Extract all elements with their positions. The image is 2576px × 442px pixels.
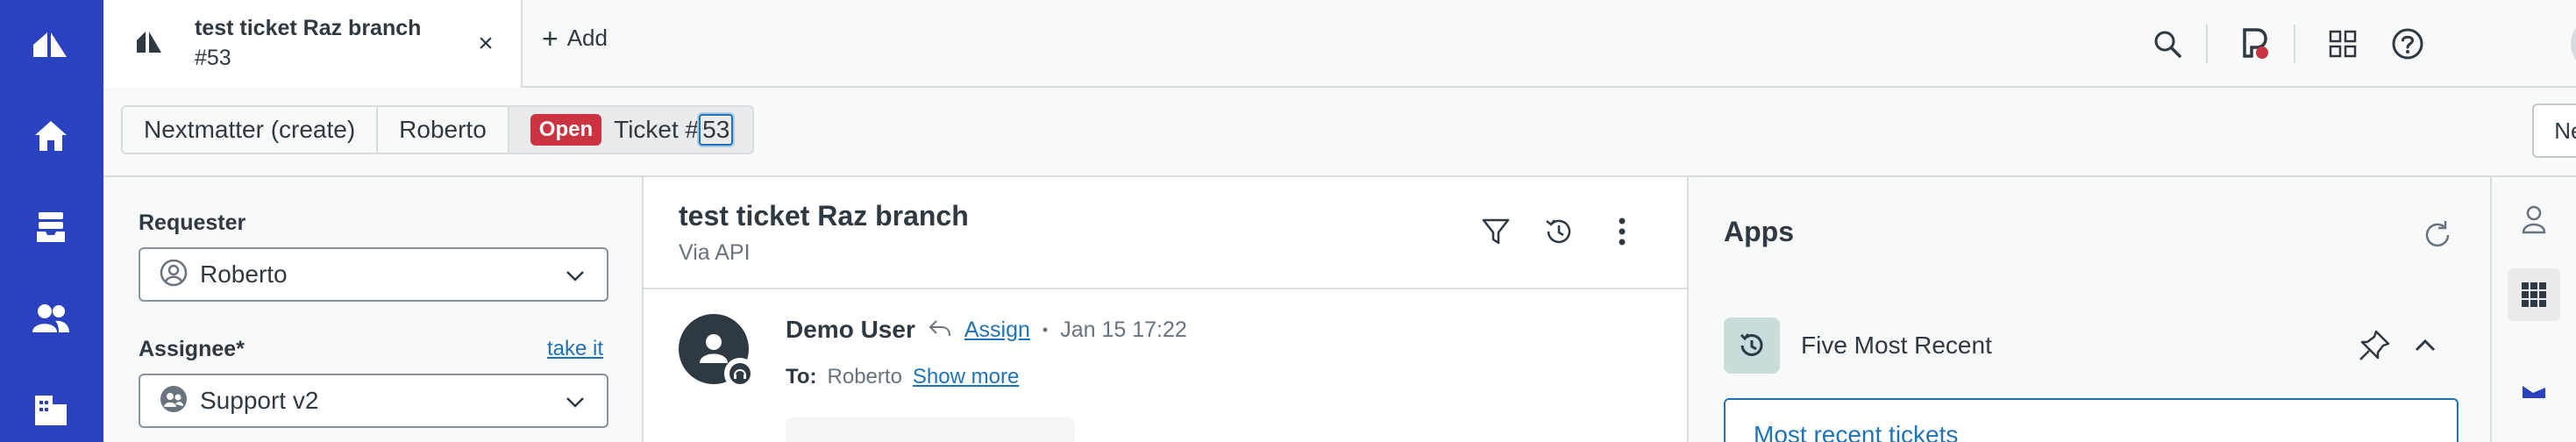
separator-dot: •	[1042, 320, 1049, 339]
message-body	[786, 417, 1075, 442]
assignee-select[interactable]: Support v2	[139, 374, 608, 428]
profile-avatar-icon[interactable]	[2571, 16, 2576, 72]
requester-value: Roberto	[200, 260, 288, 288]
group-icon	[160, 385, 188, 417]
breadcrumb-organization[interactable]: Nextmatter (create)	[123, 107, 379, 153]
context-rail	[2492, 177, 2576, 442]
ticket-properties-panel: Requester Roberto Assignee* take it Supp…	[103, 177, 644, 442]
message-author: Demo User	[786, 316, 915, 343]
refresh-icon[interactable]	[2420, 217, 2455, 253]
reply-icon	[928, 317, 952, 344]
to-label: To:	[786, 365, 817, 389]
conversation-header: test ticket Raz branch Via API	[644, 177, 1687, 289]
show-more-link[interactable]: Show more	[913, 365, 1019, 389]
message-recipients: To: Roberto Show more	[786, 365, 1019, 389]
zendesk-logo-icon[interactable]	[24, 18, 78, 72]
filter-icon[interactable]	[1477, 212, 1515, 251]
agent-headset-icon	[724, 358, 756, 389]
next-label: Next	[2554, 117, 2576, 144]
ticket-tab[interactable]: test ticket Raz branch #53 ×	[103, 0, 523, 88]
apps-title: Apps	[1724, 216, 1794, 247]
message-meta: Demo User Assign • Jan 15 17:22	[786, 316, 1187, 344]
breadcrumb-ticket[interactable]: Open Ticket #53	[509, 107, 753, 153]
app-name: Five Most Recent	[1801, 332, 1992, 359]
requester-label: Requester	[139, 210, 246, 235]
take-it-link[interactable]: take it	[547, 337, 603, 361]
views-icon[interactable]	[24, 200, 78, 254]
ticket-number: 53	[699, 114, 734, 146]
chart-icon[interactable]	[2508, 363, 2560, 416]
apps-grid-icon[interactable]	[2508, 268, 2560, 321]
user-icon[interactable]	[2508, 193, 2560, 246]
breadcrumb-bar: Nextmatter (create) Roberto Open Ticket …	[103, 88, 2576, 177]
next-button[interactable]: Next	[2532, 103, 2576, 158]
assign-link[interactable]: Assign	[964, 317, 1030, 343]
ticket-channel: Via API	[679, 240, 751, 265]
plus-icon: +	[542, 22, 559, 54]
assignee-label: Assignee*	[139, 337, 245, 361]
add-label: Add	[566, 25, 608, 51]
assignee-value: Support v2	[200, 387, 319, 414]
history-icon[interactable]	[1540, 212, 1578, 251]
more-options-icon[interactable]	[1603, 212, 1641, 251]
add-tab-button[interactable]: + Add	[542, 22, 608, 54]
most-recent-tickets-link[interactable]: Most recent tickets	[1754, 421, 1958, 442]
breadcrumb: Nextmatter (create) Roberto Open Ticket …	[121, 105, 755, 154]
ticket-prefix: Ticket #	[614, 116, 700, 143]
help-icon[interactable]	[2383, 19, 2432, 68]
user-icon	[160, 259, 188, 291]
customers-icon[interactable]	[24, 291, 78, 346]
message-timestamp: Jan 15 17:22	[1060, 317, 1187, 342]
conversation-panel: test ticket Raz branch Via API Demo User…	[644, 177, 1689, 442]
chevron-down-icon	[565, 265, 586, 290]
conversations-icon[interactable]	[2231, 19, 2280, 68]
breadcrumb-requester[interactable]: Roberto	[378, 107, 509, 153]
pin-icon[interactable]	[2357, 328, 2392, 363]
divider	[2294, 25, 2295, 63]
ticket-subject: test ticket Raz branch	[679, 200, 969, 232]
chevron-up-icon[interactable]	[2408, 328, 2443, 363]
app-content: Most recent tickets	[1724, 398, 2459, 442]
main-nav	[0, 0, 103, 442]
close-icon[interactable]: ×	[468, 26, 503, 61]
requester-select[interactable]: Roberto	[139, 247, 608, 302]
top-bar: test ticket Raz branch #53 × + Add	[103, 0, 2576, 88]
divider	[2206, 25, 2208, 63]
apps-panel: Apps Five Most Recent Most recent ticket…	[1689, 177, 2492, 442]
five-most-recent-app-icon	[1724, 317, 1780, 374]
tab-ticket-number: #53	[195, 46, 231, 70]
chevron-down-icon	[565, 391, 586, 417]
status-badge: Open	[530, 114, 602, 146]
search-icon[interactable]	[2143, 19, 2192, 68]
tab-title: test ticket Raz branch	[195, 16, 422, 40]
home-icon[interactable]	[24, 109, 78, 163]
zendesk-tab-icon	[133, 26, 165, 58]
to-value: Roberto	[827, 365, 902, 389]
apps-grid-icon[interactable]	[2318, 19, 2367, 68]
organizations-icon[interactable]	[24, 382, 78, 437]
